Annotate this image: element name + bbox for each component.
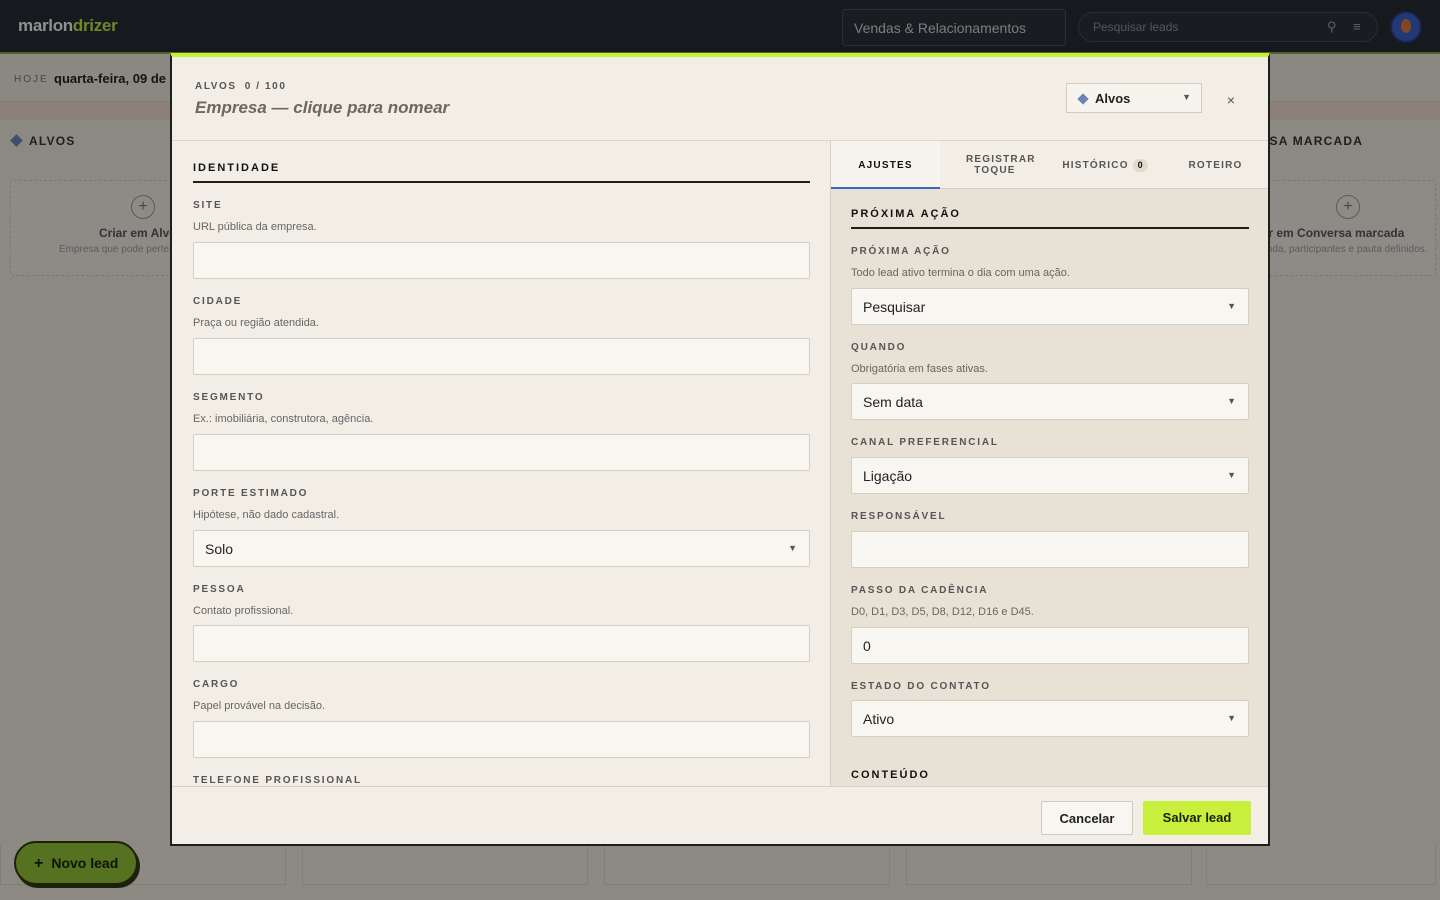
tab-registrar-toque[interactable]: REGISTRAR TOQUE [940, 141, 1050, 189]
field-label-site: SITE [193, 200, 223, 211]
settings-pane[interactable]: AJUSTES REGISTRAR TOQUE HISTÓRICO 0 ROTEI… [830, 141, 1268, 786]
city-input[interactable] [193, 338, 810, 375]
contact-person-input[interactable] [193, 625, 810, 662]
section-conteudo: CONTEÚDO [851, 769, 930, 781]
chevron-down-icon: ▼ [1227, 713, 1236, 723]
field-help-segmento: Ex.: imobiliária, construtora, agência. [193, 413, 374, 425]
field-label-segmento: SEGMENTO [193, 392, 265, 403]
role-input[interactable] [193, 721, 810, 758]
segment-input[interactable] [193, 434, 810, 471]
lead-modal: ALVOS 0 / 100 Empresa — clique para nomea… [170, 53, 1270, 846]
field-help-porte: Hipótese, não dado cadastral. [193, 509, 340, 521]
tab-ajustes[interactable]: AJUSTES [831, 141, 940, 189]
section-identidade: IDENTIDADE [193, 162, 281, 174]
close-button[interactable]: × [1224, 92, 1238, 108]
identity-pane[interactable]: IDENTIDADE SITE URL pública da empresa. … [172, 141, 830, 786]
chevron-down-icon: ▼ [1182, 92, 1191, 102]
next-action-select[interactable]: Pesquisar ▼ [851, 288, 1249, 325]
field-label-passo: PASSO DA CADÊNCIA [851, 585, 989, 596]
owner-input[interactable] [851, 531, 1249, 568]
modal-kicker: ALVOS 0 / 100 [195, 81, 287, 92]
cadence-step-input[interactable]: 0 [851, 627, 1249, 664]
modal-header: ALVOS 0 / 100 Empresa — clique para nomea… [172, 57, 1268, 141]
lead-score: 0 / 100 [244, 81, 287, 92]
field-label-cargo: CARGO [193, 679, 240, 690]
section-divider [851, 227, 1249, 229]
tab-historico[interactable]: HISTÓRICO 0 [1050, 141, 1160, 189]
chevron-down-icon: ▼ [788, 543, 797, 553]
history-count-badge: 0 [1132, 159, 1148, 172]
site-input[interactable] [193, 242, 810, 279]
cancel-button[interactable]: Cancelar [1041, 801, 1133, 835]
field-label-quando: QUANDO [851, 342, 907, 353]
company-size-select[interactable]: Solo ▼ [193, 530, 810, 567]
save-lead-button[interactable]: Salvar lead [1143, 801, 1251, 835]
tab-roteiro[interactable]: ROTEIRO [1160, 141, 1268, 189]
field-label-canal: CANAL PREFERENCIAL [851, 437, 999, 448]
chevron-down-icon: ▼ [1227, 301, 1236, 311]
stage-select[interactable]: Alvos ▼ [1066, 83, 1202, 113]
stage-kicker: ALVOS [195, 81, 237, 92]
when-select[interactable]: Sem data ▼ [851, 383, 1249, 420]
field-help-proxima-acao: Todo lead ativo termina o dia com uma aç… [851, 267, 1070, 279]
section-proxima-acao: PRÓXIMA AÇÃO [851, 208, 961, 220]
field-help-quando: Obrigatória em fases ativas. [851, 363, 988, 375]
field-label-proxima-acao: PRÓXIMA AÇÃO [851, 246, 951, 257]
field-label-telefone: TELEFONE PROFISSIONAL [193, 775, 362, 786]
field-label-porte: PORTE ESTIMADO [193, 488, 309, 499]
field-label-estado: ESTADO DO CONTATO [851, 681, 991, 692]
chevron-down-icon: ▼ [1227, 396, 1236, 406]
tab-bar: AJUSTES REGISTRAR TOQUE HISTÓRICO 0 ROTEI… [831, 141, 1268, 189]
section-divider [193, 181, 810, 183]
modal-footer: Cancelar Salvar lead [172, 786, 1268, 844]
field-label-cidade: CIDADE [193, 296, 243, 307]
field-help-cargo: Papel provável na decisão. [193, 700, 326, 712]
chevron-down-icon: ▼ [1227, 470, 1236, 480]
stage-diamond-icon [1077, 93, 1089, 105]
field-label-pessoa: PESSOA [193, 584, 246, 595]
lead-name-title[interactable]: Empresa — clique para nomear [195, 98, 449, 118]
field-help-cidade: Praça ou região atendida. [193, 317, 319, 329]
field-help-site: URL pública da empresa. [193, 221, 317, 233]
field-help-pessoa: Contato profissional. [193, 605, 294, 617]
field-label-responsavel: RESPONSÁVEL [851, 511, 947, 522]
channel-select[interactable]: Ligação ▼ [851, 457, 1249, 494]
field-help-passo: D0, D1, D3, D5, D8, D12, D16 e D45. [851, 606, 1034, 618]
contact-state-select[interactable]: Ativo ▼ [851, 700, 1249, 737]
